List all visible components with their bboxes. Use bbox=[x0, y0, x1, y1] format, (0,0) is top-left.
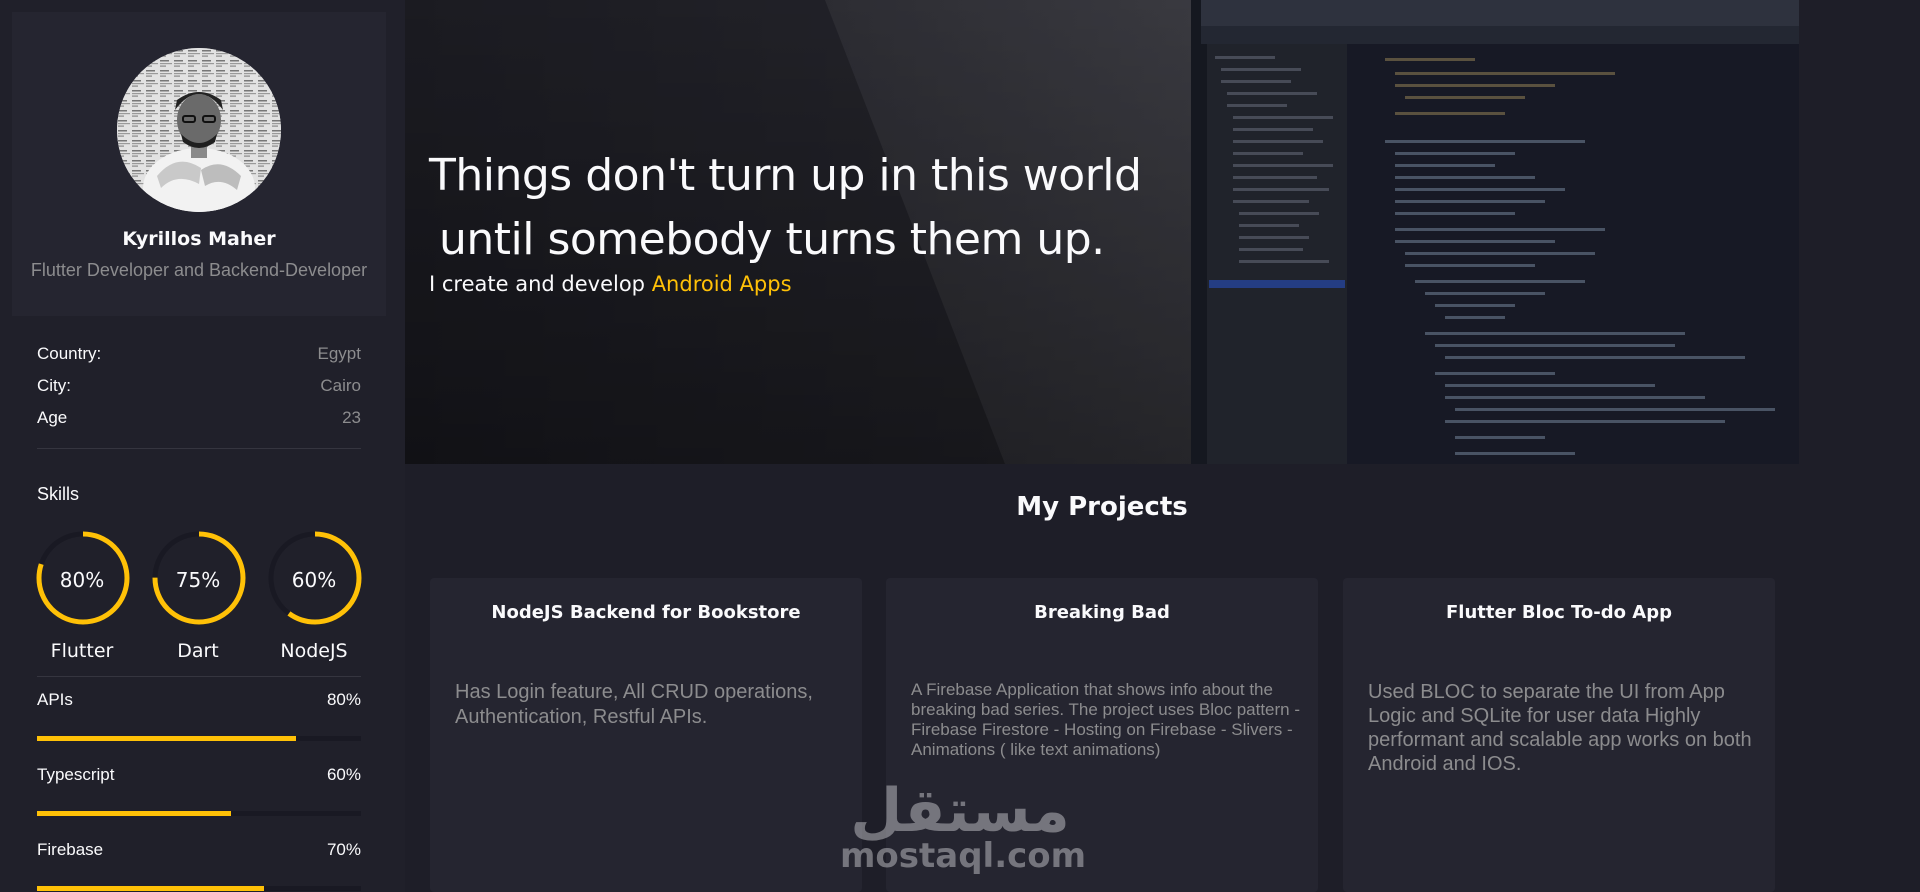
skill-percent: 75% bbox=[175, 568, 221, 592]
info-label: Country: bbox=[37, 344, 102, 363]
skill-percent: 60% bbox=[291, 568, 337, 592]
info-list: Country: Egypt City: Cairo Age 23 bbox=[37, 338, 361, 434]
skill-bar-name: Firebase bbox=[37, 840, 104, 859]
skill-bar-percent: 80% bbox=[326, 690, 361, 709]
skill-bar-percent: 70% bbox=[326, 840, 361, 859]
skill-bar-percent: 60% bbox=[326, 765, 361, 784]
profile-card: Kyrillos Maher Flutter Developer and Bac… bbox=[12, 12, 386, 316]
hero-title: Things don't turn up in this world until… bbox=[429, 144, 1229, 272]
avatar bbox=[117, 48, 281, 212]
project-description: Used BLOC to separate the UI from App Lo… bbox=[1368, 681, 1752, 775]
skill-percent: 80% bbox=[59, 568, 105, 592]
hero-subtitle-accent: Android Apps bbox=[651, 272, 792, 296]
hero-subtitle: I create and develop Android Apps bbox=[429, 272, 792, 296]
divider bbox=[37, 448, 361, 449]
skill-circle-flutter: 80% Flutter bbox=[32, 530, 132, 662]
info-row-age: Age 23 bbox=[37, 402, 361, 434]
project-card[interactable]: NodeJS Backend for Bookstore Has Login f… bbox=[430, 578, 862, 892]
watermark-arabic: مستقل bbox=[850, 776, 1070, 846]
info-value: Cairo bbox=[320, 376, 361, 395]
skills-title: Skills bbox=[37, 484, 80, 504]
hero-subtitle-text: I create and develop bbox=[429, 272, 652, 296]
skill-bar-typescript: Typescript 60% bbox=[37, 765, 361, 816]
skill-circle-nodejs: 60% NodeJS bbox=[264, 530, 364, 662]
mostaql-watermark-logo: مستقل mostaql.com bbox=[840, 776, 1087, 892]
info-row-country: Country: Egypt bbox=[37, 338, 361, 370]
avatar-photo bbox=[117, 48, 281, 212]
skill-name: NodeJS bbox=[280, 640, 348, 662]
skill-bar-name: APIs bbox=[37, 690, 73, 709]
skill-name: Flutter bbox=[50, 640, 114, 662]
info-label: City: bbox=[37, 376, 71, 395]
progress-track bbox=[37, 811, 361, 816]
hero-banner: Things don't turn up in this world until… bbox=[405, 0, 1799, 464]
watermark-latin: mostaql.com bbox=[840, 836, 1087, 876]
hero-title-line-1: Things don't turn up in this world bbox=[429, 150, 1142, 201]
profile-name: Kyrillos Maher bbox=[122, 228, 276, 250]
divider bbox=[37, 676, 361, 677]
info-value: Egypt bbox=[317, 344, 361, 363]
projects-title: My Projects bbox=[1016, 492, 1188, 522]
sidebar: Kyrillos Maher Flutter Developer and Bac… bbox=[0, 0, 405, 892]
hero-title-line-2: until somebody turns them up. bbox=[439, 214, 1105, 265]
skill-bar-firebase: Firebase 70% bbox=[37, 840, 361, 891]
skill-bar-name: Typescript bbox=[37, 765, 115, 784]
info-value: 23 bbox=[342, 408, 361, 427]
progress-track bbox=[37, 886, 361, 891]
progress-fill bbox=[37, 811, 232, 816]
progress-fill bbox=[37, 736, 297, 741]
project-title: Breaking Bad bbox=[1034, 602, 1170, 623]
project-title: Flutter Bloc To-do App bbox=[1446, 602, 1672, 623]
skill-name: Dart bbox=[177, 640, 219, 662]
info-row-city: City: Cairo bbox=[37, 370, 361, 402]
profile-role: Flutter Developer and Backend-Developer bbox=[30, 260, 368, 280]
progress-fill bbox=[37, 886, 264, 891]
project-card[interactable]: Flutter Bloc To-do App Used BLOC to sepa… bbox=[1343, 578, 1775, 892]
skill-bar-apis: APIs 80% bbox=[37, 690, 361, 741]
info-label: Age bbox=[37, 408, 68, 427]
progress-track bbox=[37, 736, 361, 741]
skill-circle-dart: 75% Dart bbox=[148, 530, 248, 662]
project-description: A Firebase Application that shows info a… bbox=[911, 680, 1301, 759]
project-description: Has Login feature, All CRUD operations, … bbox=[455, 681, 813, 728]
project-title: NodeJS Backend for Bookstore bbox=[491, 602, 801, 623]
